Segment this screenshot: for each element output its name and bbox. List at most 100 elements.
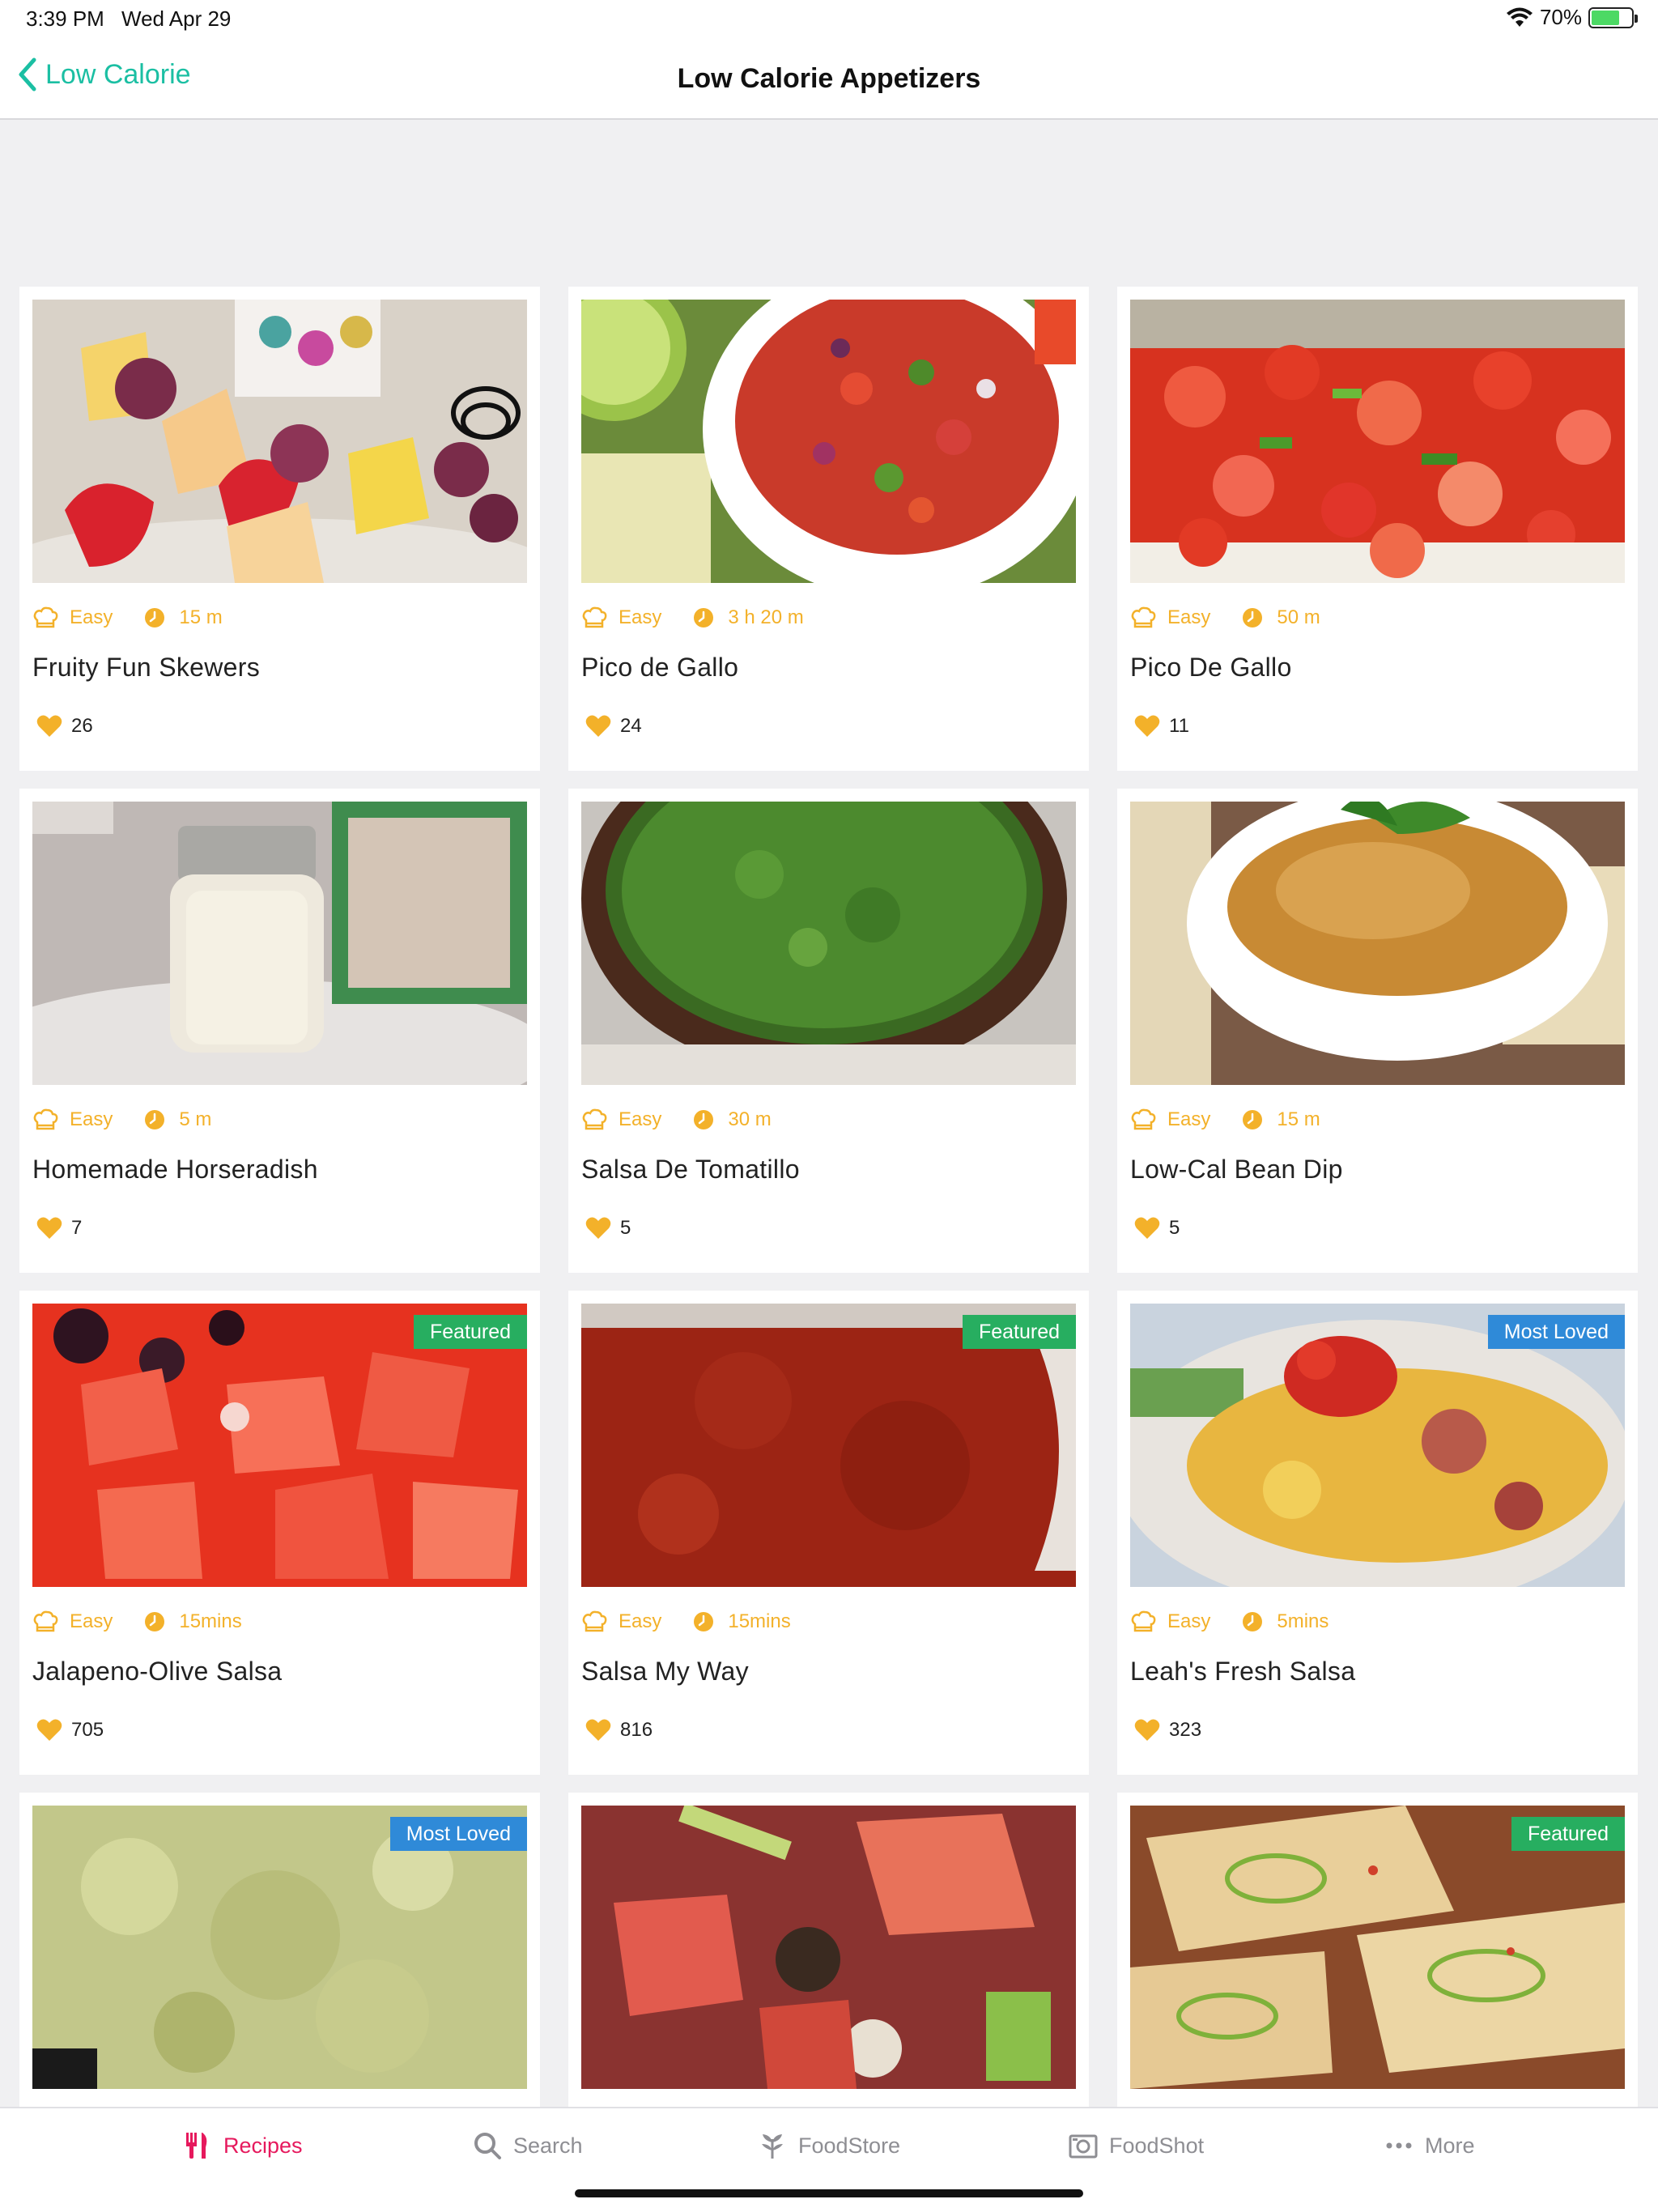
recipe-likes: 24 xyxy=(585,714,642,738)
recipe-difficulty: Easy xyxy=(619,606,662,628)
tab-recipes[interactable]: Recipes xyxy=(183,2131,303,2160)
recipe-card[interactable]: Easy 3 h 20 m Pico de Gallo 24 xyxy=(568,287,1089,771)
recipe-title: Salsa De Tomatillo xyxy=(581,1155,800,1184)
recipe-likes: 5 xyxy=(585,1216,631,1240)
recipe-photo xyxy=(32,300,527,583)
recipe-like-count: 11 xyxy=(1169,715,1189,737)
camera-icon xyxy=(1069,2134,1098,2159)
chef-hat-icon xyxy=(33,606,58,628)
heart-icon xyxy=(36,1719,62,1741)
heart-icon xyxy=(1134,1719,1160,1741)
recipe-like-count: 816 xyxy=(620,1719,653,1741)
recipe-title: Pico De Gallo xyxy=(1130,653,1292,682)
recipe-photo xyxy=(32,802,527,1085)
heart-icon xyxy=(585,715,611,737)
recipe-meta: Easy 15 m xyxy=(32,606,223,630)
tab-more[interactable]: More xyxy=(1384,2131,1475,2160)
tab-search-label: Search xyxy=(513,2133,583,2158)
chef-hat-icon xyxy=(1131,1610,1156,1632)
recipe-time: 15mins xyxy=(728,1610,791,1632)
recipe-likes: 26 xyxy=(36,714,93,738)
tab-foodshot-label: FoodShot xyxy=(1109,2133,1205,2158)
recipe-card[interactable]: Easy 50 m Pico De Gallo 11 xyxy=(1117,287,1638,771)
clock-icon xyxy=(694,1612,714,1631)
more-dots-icon xyxy=(1386,2142,1412,2149)
heart-icon xyxy=(36,715,62,737)
recipe-meta: Easy 15mins xyxy=(32,1610,242,1634)
recipe-badge: Most Loved xyxy=(1487,1315,1625,1349)
recipe-badge: Featured xyxy=(413,1315,527,1349)
clock-icon xyxy=(1243,1612,1263,1631)
chef-hat-icon xyxy=(33,1610,58,1632)
recipe-card[interactable]: Easy 15 m Low-Cal Bean Dip 5 xyxy=(1117,789,1638,1273)
recipe-difficulty: Easy xyxy=(70,1610,113,1632)
search-icon xyxy=(474,2133,501,2159)
sprout-icon xyxy=(762,2134,783,2159)
recipe-like-count: 24 xyxy=(620,715,642,737)
recipe-title: Salsa My Way xyxy=(581,1657,749,1686)
recipe-card[interactable]: Easy 15 m Fruity Fun Skewers 26 xyxy=(19,287,540,771)
tab-foodstore[interactable]: FoodStore xyxy=(758,2131,900,2160)
utensils-icon xyxy=(186,2133,207,2159)
status-bar: 3:39 PM Wed Apr 29 70% xyxy=(0,0,1658,39)
recipe-time: 15mins xyxy=(179,1610,242,1632)
recipe-like-count: 5 xyxy=(620,1217,631,1239)
status-time: 3:39 PM xyxy=(26,6,104,31)
heart-icon xyxy=(36,1217,62,1239)
battery-percent: 70% xyxy=(1539,5,1582,29)
recipe-card[interactable]: Easy 5 m Homemade Horseradish 7 xyxy=(19,789,540,1273)
recipe-difficulty: Easy xyxy=(70,606,113,628)
recipe-photo xyxy=(581,802,1076,1085)
chef-hat-icon xyxy=(1131,606,1156,628)
recipe-like-count: 323 xyxy=(1169,1719,1202,1741)
recipe-card[interactable]: Featured Easy 15mins Jalapeno-Olive Sals… xyxy=(19,1291,540,1775)
recipe-photo xyxy=(581,300,1076,583)
recipe-likes: 7 xyxy=(36,1216,82,1240)
battery-icon xyxy=(1588,6,1638,28)
home-indicator xyxy=(575,2189,1083,2197)
heart-icon xyxy=(585,1217,611,1239)
recipe-meta: Easy 15mins xyxy=(581,1610,791,1634)
recipe-title: Leah's Fresh Salsa xyxy=(1130,1657,1356,1686)
status-date: Wed Apr 29 xyxy=(121,6,232,31)
recipe-meta: Easy 3 h 20 m xyxy=(581,606,804,630)
recipe-card[interactable]: Featured Easy 15mins Salsa My Way 816 xyxy=(568,1291,1089,1775)
recipe-time: 3 h 20 m xyxy=(728,606,804,628)
recipe-difficulty: Easy xyxy=(1167,1610,1211,1632)
recipe-likes: 5 xyxy=(1133,1216,1180,1240)
recipe-time: 30 m xyxy=(728,1108,772,1130)
recipe-time: 50 m xyxy=(1277,606,1320,628)
recipe-like-count: 705 xyxy=(71,1719,104,1741)
recipe-likes: 11 xyxy=(1133,714,1189,738)
recipe-badge: Featured xyxy=(1511,1817,1625,1851)
recipe-likes: 323 xyxy=(1133,1718,1201,1742)
chef-hat-icon xyxy=(1131,1108,1156,1130)
page-title: Low Calorie Appetizers xyxy=(677,63,981,94)
wifi-icon xyxy=(1506,7,1533,27)
recipe-photo xyxy=(581,1806,1076,2089)
chef-hat-icon xyxy=(582,1108,607,1130)
recipe-difficulty: Easy xyxy=(619,1610,662,1632)
recipe-meta: Easy 15 m xyxy=(1130,1108,1320,1132)
recipe-card[interactable]: Easy 30 m Salsa De Tomatillo 5 xyxy=(568,789,1089,1273)
tab-foodstore-label: FoodStore xyxy=(798,2133,901,2158)
status-right: 70% xyxy=(1506,5,1638,30)
recipe-badge: Most Loved xyxy=(389,1817,527,1851)
recipe-difficulty: Easy xyxy=(1167,606,1211,628)
tab-more-label: More xyxy=(1425,2133,1475,2158)
recipe-like-count: 7 xyxy=(71,1217,83,1239)
tab-search[interactable]: Search xyxy=(473,2131,583,2160)
clock-icon xyxy=(1243,608,1263,627)
recipe-card[interactable]: Most Loved Easy 5mins Leah's Fresh Salsa… xyxy=(1117,1291,1638,1775)
clock-icon xyxy=(145,1612,165,1631)
recipe-photo: Featured xyxy=(581,1304,1076,1587)
recipe-photo: Featured xyxy=(32,1304,527,1587)
navigation-bar: Low Calorie Low Calorie Appetizers xyxy=(0,39,1658,120)
chef-hat-icon xyxy=(582,606,607,628)
recipe-photo xyxy=(1130,802,1625,1085)
recipe-time: 5mins xyxy=(1277,1610,1329,1632)
recipe-time: 15 m xyxy=(179,606,223,628)
tab-foodshot[interactable]: FoodShot xyxy=(1069,2131,1204,2160)
clock-icon xyxy=(145,1110,165,1129)
recipe-photo: Most Loved xyxy=(32,1806,527,2089)
